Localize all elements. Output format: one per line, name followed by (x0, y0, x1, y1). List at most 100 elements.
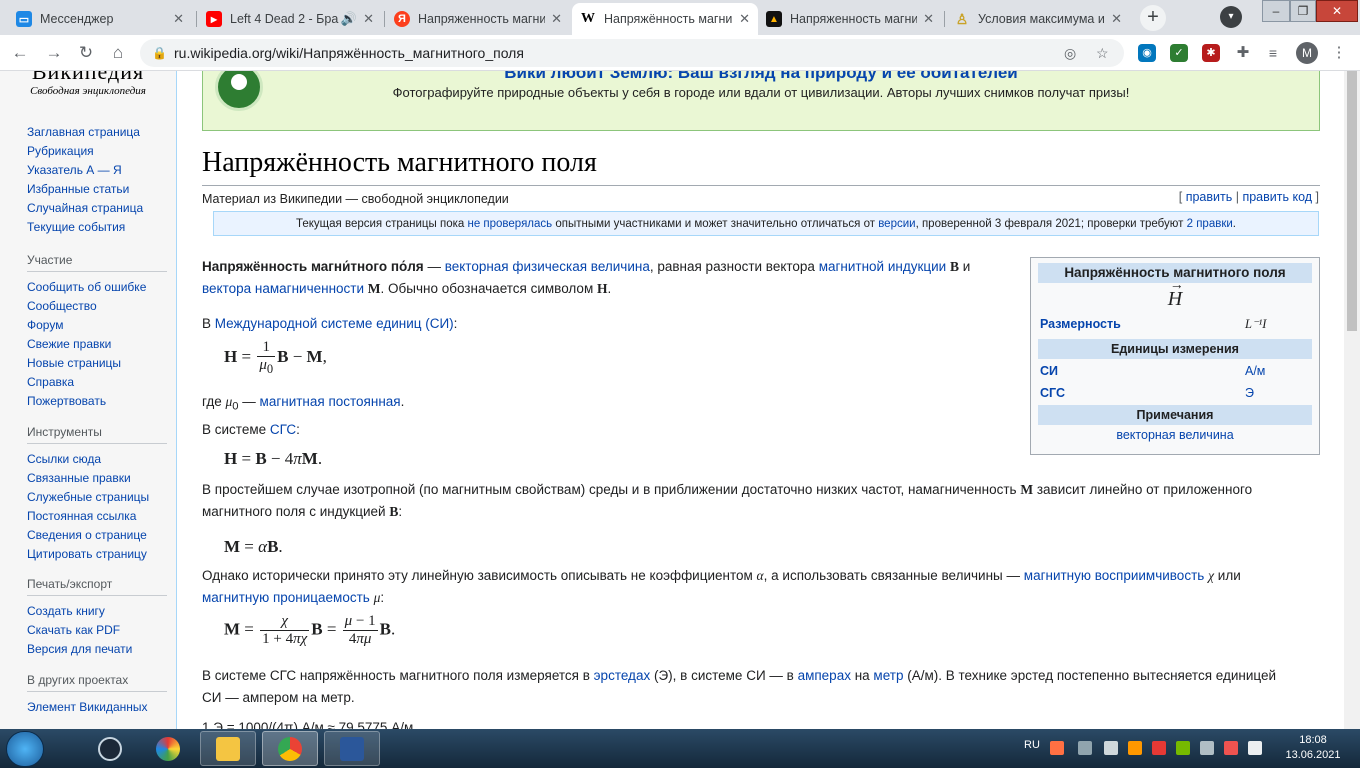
sidebar-item[interactable]: Скачать как PDF (27, 621, 167, 640)
minimize-button[interactable]: – (1262, 0, 1290, 22)
link-cgs[interactable]: СГС (270, 422, 296, 437)
pending-edits-link[interactable]: 2 правки (1187, 218, 1233, 230)
scrollbar[interactable] (1344, 71, 1360, 729)
sidebar-item[interactable]: Версия для печати (27, 640, 167, 659)
sidebar-item[interactable]: Цитировать страницу (27, 545, 167, 564)
tab-wikipedia-active[interactable]: W Напряжённость магни ✕ (572, 3, 758, 35)
chrome-taskbar-icon[interactable] (262, 731, 318, 766)
sidebar-item[interactable]: Элемент Викиданных (27, 698, 167, 717)
sidebar-item[interactable]: Случайная страница (27, 199, 167, 218)
sidebar-item[interactable]: Создать книгу (27, 602, 167, 621)
sidebar-item[interactable]: Новые страницы (27, 354, 167, 373)
sidebar-item[interactable]: Заглавная страница (27, 123, 167, 142)
tab-youtube[interactable]: ▶ Left 4 Dead 2 - Бра 🔊 ✕ (198, 3, 382, 35)
edit-link[interactable]: править (1186, 190, 1233, 204)
tracking-protection-icon[interactable]: ◎ (1064, 39, 1076, 67)
tray-icon[interactable] (1152, 741, 1166, 755)
close-icon[interactable]: ✕ (1111, 11, 1122, 27)
volume-icon[interactable] (1200, 741, 1214, 755)
clock[interactable]: 18:08 13.06.2021 (1278, 733, 1348, 763)
close-window-button[interactable]: ✕ (1316, 0, 1358, 22)
tab-site[interactable]: ▲ Напряженность магни ✕ (758, 3, 942, 35)
tray-icon[interactable] (1128, 741, 1142, 755)
bookmark-star-icon[interactable]: ☆ (1096, 39, 1109, 67)
steam-taskbar-icon[interactable] (82, 731, 138, 766)
notification-icon[interactable] (1248, 741, 1262, 755)
link-vector-quantity[interactable]: векторная физическая величина (445, 259, 650, 274)
new-tab-button[interactable]: + (1140, 5, 1166, 31)
dimension-link[interactable]: Размерность (1040, 314, 1121, 334)
sidebar-item[interactable]: Пожертвовать (27, 392, 167, 411)
forward-icon[interactable]: → (42, 41, 66, 65)
network-icon[interactable] (1224, 741, 1238, 755)
version-link[interactable]: версии (878, 218, 915, 230)
sidebar-item[interactable]: Служебные страницы (27, 488, 167, 507)
infobox-notes-link[interactable]: векторная величина (1031, 428, 1319, 442)
cgs-link[interactable]: СГС (1040, 383, 1065, 403)
avatar[interactable]: M (1296, 42, 1318, 64)
close-icon[interactable]: ✕ (363, 11, 374, 27)
language-indicator[interactable]: RU (1024, 739, 1040, 751)
nvidia-icon[interactable] (1176, 741, 1190, 755)
extension-bug-icon[interactable]: ✱ (1202, 44, 1220, 62)
link-ampere[interactable]: амперах (798, 668, 851, 683)
explorer-taskbar-icon[interactable] (200, 731, 256, 766)
tab-site-2[interactable]: ♙ Условия максимума и ✕ (946, 3, 1130, 35)
menu-icon[interactable]: ⋮ (1330, 44, 1348, 62)
tab-yandex[interactable]: Я Напряженность магни ✕ (386, 3, 570, 35)
tray-icon[interactable] (1078, 741, 1092, 755)
home-icon[interactable]: ⌂ (106, 41, 130, 65)
link-si[interactable]: Международной системе единиц (СИ) (215, 316, 454, 331)
close-icon[interactable]: ✕ (551, 11, 562, 27)
sidebar-item[interactable]: Справка (27, 373, 167, 392)
sidebar-item[interactable]: Текущие события (27, 218, 167, 237)
sidebar-item[interactable]: Указатель А — Я (27, 161, 167, 180)
sidebar-item[interactable]: Сведения о странице (27, 526, 167, 545)
si-link[interactable]: СИ (1040, 361, 1058, 381)
extensions-puzzle-icon[interactable]: ✚ (1234, 44, 1252, 62)
sidebar-item[interactable]: Связанные правки (27, 469, 167, 488)
link-metre[interactable]: метр (873, 668, 903, 683)
address-bar[interactable]: 🔒 ru.wikipedia.org/wiki/Напряжённость_ма… (140, 39, 1124, 67)
banner[interactable]: Вики любит Землю: Ваш взгляд на природу … (202, 71, 1320, 131)
sidebar-item[interactable]: Постоянная ссылка (27, 507, 167, 526)
paint-taskbar-icon[interactable] (140, 731, 196, 766)
scrollbar-thumb[interactable] (1347, 71, 1357, 331)
back-icon[interactable]: ← (8, 41, 32, 65)
start-button[interactable] (6, 731, 44, 767)
sidebar-item[interactable]: Рубрикация (27, 142, 167, 161)
sidebar-item[interactable]: Форум (27, 316, 167, 335)
cgs-unit-link[interactable]: Э (1245, 383, 1254, 403)
extension-owl-icon[interactable]: ◉ (1138, 44, 1156, 62)
unreviewed-link[interactable]: не проверялась (467, 218, 552, 230)
sidebar-item[interactable]: Сообщество (27, 297, 167, 316)
close-icon[interactable]: ✕ (923, 11, 934, 27)
sidebar-item[interactable]: Избранные статьи (27, 180, 167, 199)
tab-messenger[interactable]: ▭ Мессенджер ✕ (8, 3, 192, 35)
link-magnetization[interactable]: вектора намагниченности (202, 281, 364, 296)
sidebar-item[interactable]: Сообщить об ошибке (27, 278, 167, 297)
link-permeability[interactable]: магнитную проницаемость (202, 590, 370, 605)
word-taskbar-icon[interactable] (324, 731, 380, 766)
link-magnetic-induction[interactable]: магнитной индукции (819, 259, 947, 274)
tab-search-icon[interactable]: ▾ (1220, 6, 1242, 28)
extension-shield-icon[interactable]: ✓ (1170, 44, 1188, 62)
reading-list-icon[interactable]: ≡ (1264, 44, 1282, 62)
speaker-icon[interactable]: 🔊 (341, 11, 357, 27)
wikipedia-logo[interactable]: Википедия Свободная энциклопедия (0, 71, 176, 97)
tray-icon[interactable] (1050, 741, 1064, 755)
sidebar-item[interactable]: Свежие правки (27, 335, 167, 354)
edit-code-link[interactable]: править код (1242, 190, 1312, 204)
lock-icon[interactable]: 🔒 (152, 39, 167, 67)
si-unit-link[interactable]: А/м (1245, 361, 1265, 381)
link-oersted[interactable]: эрстедах (594, 668, 651, 683)
reload-icon[interactable]: ↻ (74, 41, 98, 65)
link-magnetic-constant[interactable]: магнитная постоянная (260, 394, 401, 409)
link-susceptibility[interactable]: магнитную восприимчивость (1024, 568, 1205, 583)
close-icon[interactable]: ✕ (739, 11, 750, 27)
maximize-button[interactable]: ❐ (1290, 0, 1316, 22)
tray-icon[interactable] (1104, 741, 1118, 755)
close-icon[interactable]: ✕ (173, 11, 184, 27)
banner-title[interactable]: Вики любит Землю: Ваш взгляд на природу … (203, 71, 1319, 83)
sidebar-item[interactable]: Ссылки сюда (27, 450, 167, 469)
